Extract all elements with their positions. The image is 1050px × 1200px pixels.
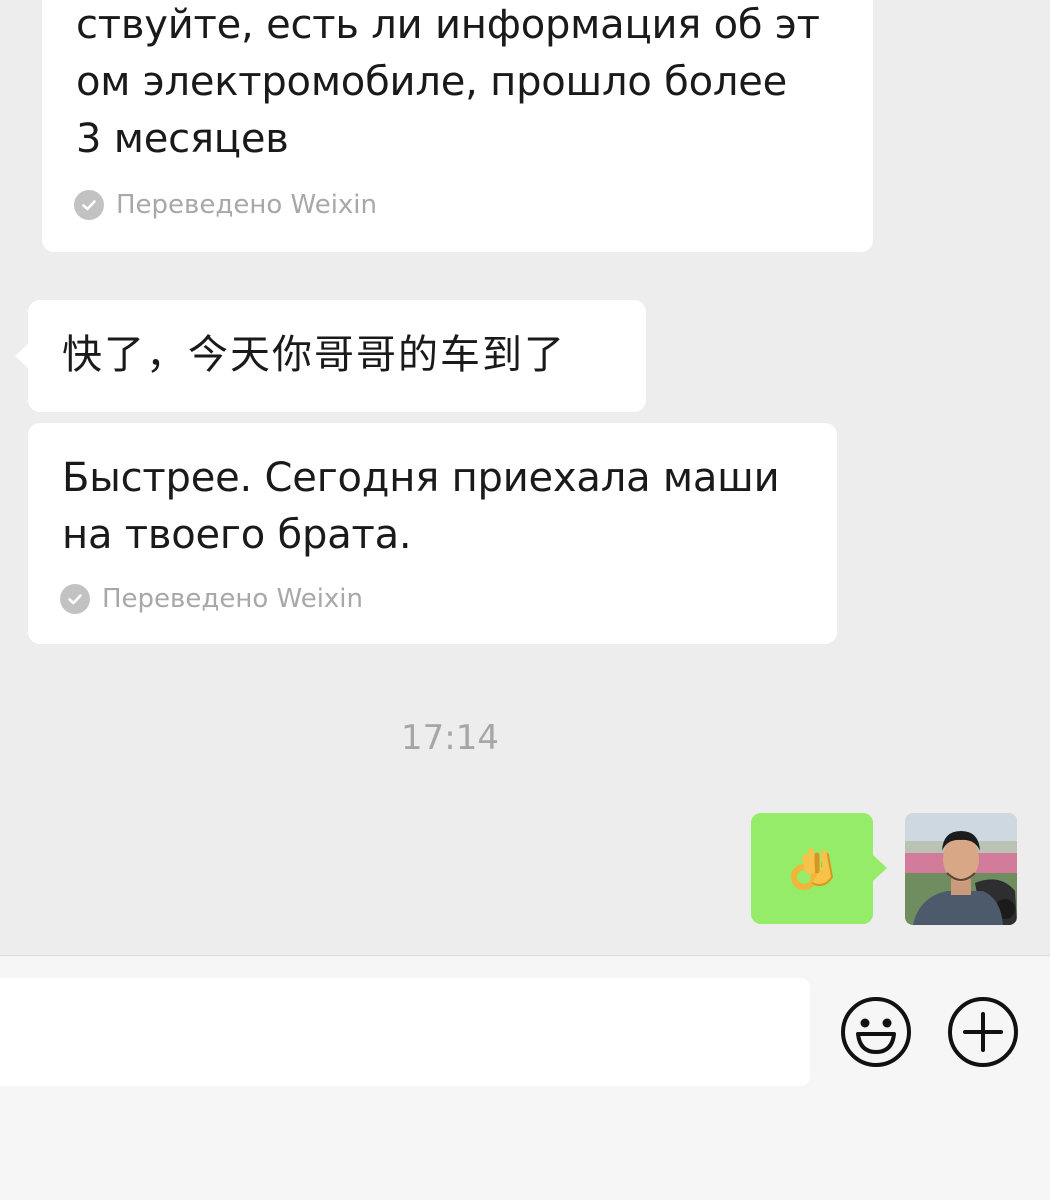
outgoing-bubble-tail — [873, 855, 887, 881]
translation-card-1[interactable]: ствуйте, есть ли информация об эт ом эле… — [42, 0, 873, 252]
chat-screen: ствуйте, есть ли информация об эт ом эле… — [0, 0, 1050, 1200]
translation-badge-1: Переведено Weixin — [74, 190, 377, 220]
avatar-photo — [905, 813, 1017, 925]
more-button[interactable] — [947, 996, 1018, 1067]
translation-card-2[interactable]: Быстрее. Сегодня приехала маши на твоего… — [28, 423, 837, 644]
plus-circle-icon — [948, 997, 1018, 1067]
translated-text-2: Быстрее. Сегодня приехала маши на твоего… — [62, 455, 780, 558]
outgoing-message-bubble[interactable] — [751, 813, 873, 924]
check-circle-icon — [74, 190, 104, 220]
check-circle-icon — [60, 584, 90, 614]
message-input[interactable] — [0, 978, 810, 1086]
translation-badge-2: Переведено Weixin — [60, 584, 363, 614]
translated-text-1: ствуйте, есть ли информация об эт ом эле… — [76, 2, 820, 162]
bubble-tail — [15, 343, 29, 369]
emoji-smile-icon — [841, 997, 911, 1067]
avatar[interactable] — [905, 813, 1017, 925]
input-bar — [0, 955, 1050, 1200]
message-bubble-2[interactable]: 快了，今天你哥哥的车到了 — [28, 300, 646, 412]
message-timestamp: 17:14 — [401, 718, 499, 758]
message-text-2: 快了，今天你哥哥的车到了 — [62, 332, 566, 378]
translation-label-1: Переведено Weixin — [116, 190, 378, 220]
emoji-button[interactable] — [840, 996, 911, 1067]
ok-hand-icon — [791, 848, 834, 890]
translation-label-2: Переведено Weixin — [102, 584, 364, 614]
